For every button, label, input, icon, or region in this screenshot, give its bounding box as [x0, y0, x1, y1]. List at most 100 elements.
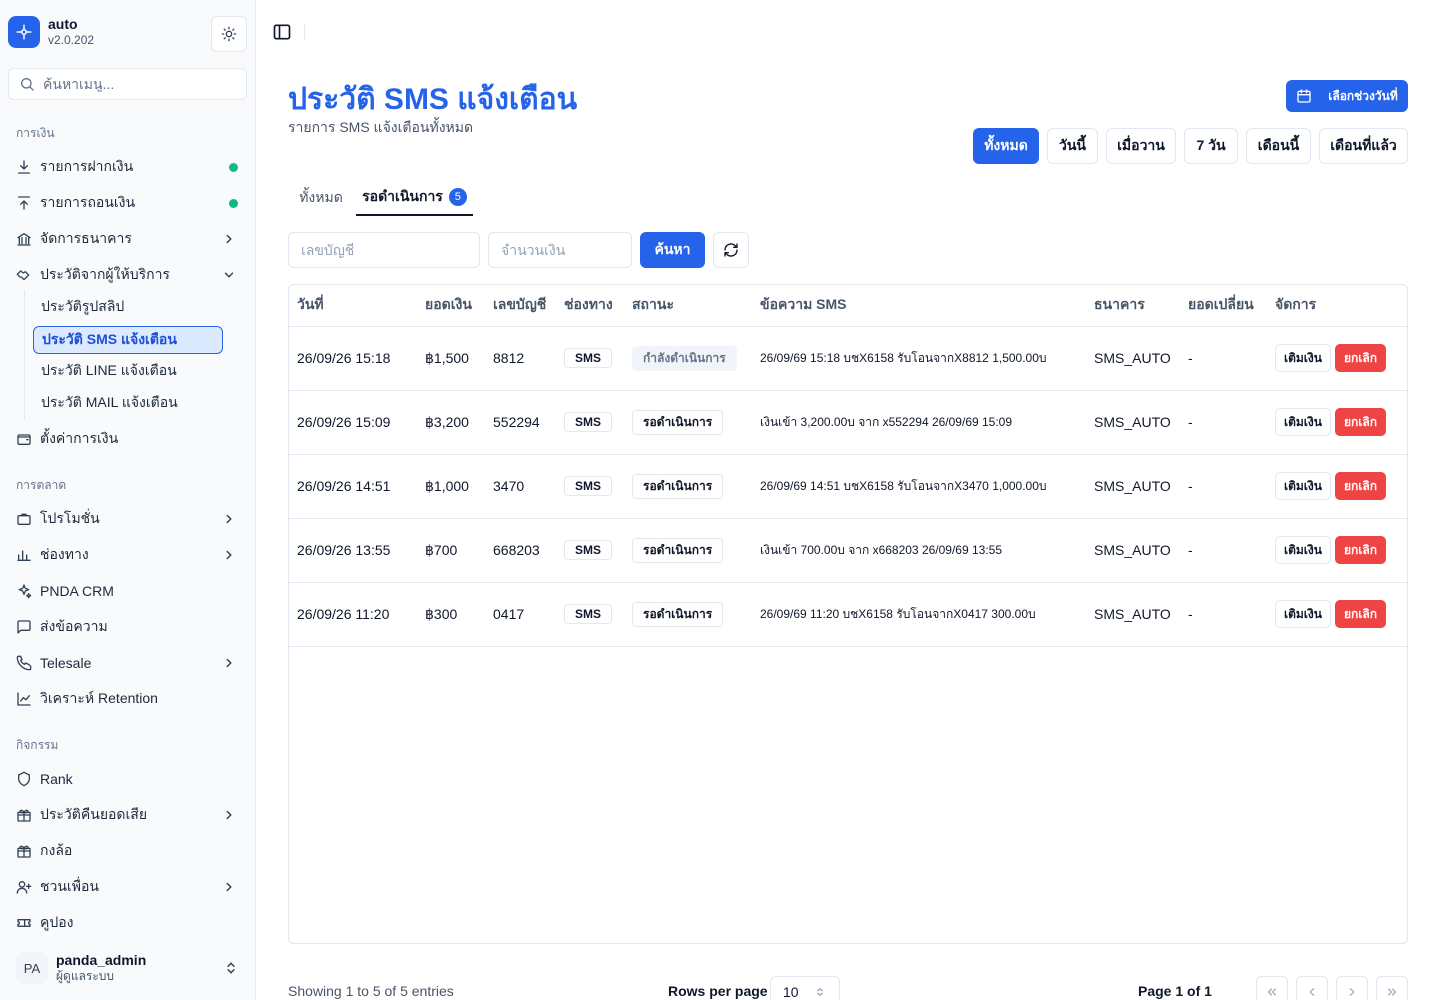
table-row: 26/09/26 11:20 ฿300 0417 SMS รอดำเนินการ… [289, 582, 1407, 647]
sidebar-item-label: Telesale [40, 655, 92, 671]
sidebar-item-label: Rank [40, 771, 73, 787]
date-range-button[interactable]: เลือกช่วงวันที่ [1286, 80, 1408, 112]
sidebar-item-promotion[interactable]: โปรโมชั่น [8, 503, 248, 535]
amount-input[interactable] [488, 232, 632, 268]
sidebar-subitem-mail-history[interactable]: ประวัติ MAIL แจ้งเตือน [33, 389, 223, 417]
user-plus-icon [16, 879, 32, 895]
sidebar-item-wheel[interactable]: กงล้อ [8, 835, 248, 867]
range-last-month-button[interactable]: เดือนที่แล้ว [1319, 128, 1408, 164]
sidebar-item-telesale[interactable]: Telesale [8, 647, 248, 679]
sidebar-item-crm[interactable]: PNDA CRM [8, 575, 248, 607]
sidebar-item-retention[interactable]: วิเคราะห์ Retention [8, 683, 248, 715]
tab-all[interactable]: ทั้งหมด [288, 180, 354, 216]
bar-chart-icon [16, 547, 32, 563]
avatar: PA [16, 952, 48, 984]
sidebar-item-channel[interactable]: ช่องทาง [8, 539, 248, 571]
message-icon [16, 619, 32, 635]
sidebar-item-label: ส่งข้อความ [40, 618, 108, 634]
chevrons-up-down-icon [816, 987, 823, 997]
sidebar-item-bank[interactable]: จัดการธนาคาร [8, 223, 248, 255]
last-page-button[interactable] [1376, 976, 1408, 1000]
table-header-row: วันที่ ยอดเงิน เลขบัญชี ช่องทาง สถานะ ข้… [289, 285, 1407, 327]
cancel-button[interactable]: ยกเลิก [1334, 344, 1386, 372]
cell-bank: SMS_AUTO [1086, 390, 1180, 455]
cell-account: 0417 [485, 582, 556, 647]
user-menu[interactable]: PA panda_admin ผู้ดูแลระบบ [8, 944, 248, 992]
sidebar-item-invite[interactable]: ชวนเพื่อน [8, 871, 248, 903]
range-all-button[interactable]: ทั้งหมด [973, 128, 1039, 164]
sidebar-item-cashback[interactable]: ประวัติคืนยอดเสีย [8, 799, 248, 831]
sidebar-item-withdraw[interactable]: รายการถอนเงิน [8, 187, 248, 219]
cell-bank: SMS_AUTO [1086, 454, 1180, 519]
gift-icon [16, 807, 32, 823]
tab-label: รอดำเนินการ [362, 188, 443, 204]
channel-badge: SMS [564, 412, 613, 432]
cancel-button[interactable]: ยกเลิก [1334, 472, 1386, 500]
shield-icon [16, 771, 32, 787]
sidebar-item-send-message[interactable]: ส่งข้อความ [8, 611, 248, 643]
briefcase-icon [16, 511, 32, 527]
cell-amount: ฿1,500 [417, 326, 485, 391]
next-page-button[interactable] [1336, 976, 1368, 1000]
column-header: ข้อความ SMS [752, 285, 1086, 327]
sidebar-subitem-sms-history[interactable]: ประวัติ SMS แจ้งเตือน [33, 326, 223, 354]
search-button[interactable]: ค้นหา [640, 232, 705, 268]
sidebar-item-label: ช่องทาง [40, 546, 89, 562]
cell-account: 3470 [485, 454, 556, 519]
sidebar-item-coupon[interactable]: คูปอง [8, 907, 248, 939]
sidebar-item-rank[interactable]: Rank [8, 763, 248, 795]
cell-date: 26/09/26 11:20 [289, 582, 417, 647]
chevron-right-icon [226, 514, 232, 524]
rows-per-page-select[interactable]: 10 [770, 976, 840, 1000]
theme-toggle-button[interactable] [211, 16, 247, 52]
topup-button[interactable]: เติมเงิน [1275, 600, 1331, 628]
first-page-button[interactable] [1256, 976, 1288, 1000]
sidebar-item-provider-history[interactable]: ประวัติจากผู้ให้บริการ [8, 259, 248, 291]
topup-button[interactable]: เติมเงิน [1275, 536, 1331, 564]
cell-date: 26/09/26 15:09 [289, 390, 417, 455]
tab-label: ทั้งหมด [299, 189, 343, 205]
range-this-month-button[interactable]: เดือนนี้ [1246, 128, 1311, 164]
status-badge: รอดำเนินการ [632, 409, 724, 435]
range-7days-button[interactable]: 7 วัน [1184, 128, 1238, 164]
brand[interactable]: auto v2.0.202 [8, 16, 94, 48]
status-badge: รอดำเนินการ [632, 473, 724, 499]
topup-button[interactable]: เติมเงิน [1275, 472, 1331, 500]
column-header: ช่องทาง [556, 285, 624, 327]
table-row: 26/09/26 15:18 ฿1,500 8812 SMS กำลังดำเน… [289, 326, 1407, 391]
table-row: 26/09/26 15:09 ฿3,200 552294 SMS รอดำเนิ… [289, 390, 1407, 455]
cell-change: - [1180, 326, 1267, 391]
topup-button[interactable]: เติมเงิน [1275, 408, 1331, 436]
sidebar-item-deposit[interactable]: รายการฝากเงิน [8, 151, 248, 183]
rows-per-page-label: Rows per page [668, 983, 768, 999]
phone-icon [16, 655, 32, 671]
tab-pending[interactable]: รอดำเนินการ 5 [356, 180, 473, 216]
cancel-button[interactable]: ยกเลิก [1334, 408, 1386, 436]
chevrons-left-icon [1267, 988, 1277, 996]
page-subtitle: รายการ SMS แจ้งเตือนทั้งหมด [288, 119, 474, 135]
date-range-label: เลือกช่วงวันที่ [1328, 88, 1398, 103]
sidebar-subitem-line-history[interactable]: ประวัติ LINE แจ้งเตือน [33, 357, 223, 385]
menu-search-input[interactable] [43, 76, 233, 92]
range-yesterday-button[interactable]: เมื่อวาน [1106, 128, 1176, 164]
cancel-button[interactable]: ยกเลิก [1334, 536, 1386, 564]
user-role: ผู้ดูแลระบบ [56, 969, 115, 983]
sidebar-toggle-icon[interactable] [272, 22, 292, 42]
range-today-button[interactable]: วันนี้ [1047, 128, 1098, 164]
bank-icon [16, 231, 32, 247]
column-header: ยอดเงิน [417, 285, 485, 327]
cell-sms: 26/09/69 14:51 บชX6158 รับโอนจากX3470 1,… [752, 454, 1086, 519]
sidebar-item-finance-settings[interactable]: ตั้งค่าการเงิน [8, 423, 248, 455]
prev-page-button[interactable] [1296, 976, 1328, 1000]
sidebar-subitem-slip-history[interactable]: ประวัติรูปสลิป [33, 293, 223, 321]
refresh-button[interactable] [713, 232, 749, 268]
account-number-input[interactable] [288, 232, 480, 268]
topup-button[interactable]: เติมเงิน [1275, 344, 1331, 372]
cell-sms: เงินเข้า 700.00บ จาก x668203 26/09/69 13… [752, 518, 1086, 583]
channel-badge: SMS [564, 476, 613, 496]
cell-bank: SMS_AUTO [1086, 518, 1180, 583]
chevron-left-icon [1309, 987, 1315, 997]
chevrons-right-icon [1387, 988, 1397, 996]
group-label-marketing: การตลาด [16, 478, 67, 492]
cancel-button[interactable]: ยกเลิก [1334, 600, 1386, 628]
